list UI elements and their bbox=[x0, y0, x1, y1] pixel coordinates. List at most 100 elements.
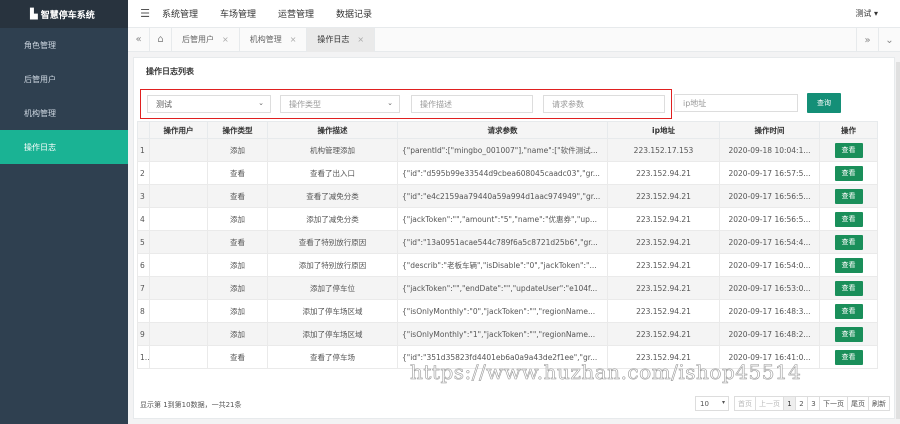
refresh-button[interactable]: 刷新 bbox=[868, 396, 890, 411]
cell-type: 添加 bbox=[207, 322, 268, 346]
nav-parking-management[interactable]: 车场管理 bbox=[220, 7, 256, 20]
page-scrollbar[interactable] bbox=[896, 62, 900, 419]
cell-params: {"id":"e4c2159aa79440a59a994d1aac974949"… bbox=[397, 184, 608, 208]
tab-close-icon[interactable]: × bbox=[222, 35, 229, 44]
view-button[interactable]: 查看 bbox=[834, 234, 863, 250]
col-ip[interactable]: ip地址 bbox=[607, 121, 720, 139]
cell-user bbox=[149, 184, 208, 208]
sidebar-item-label: 后管用户 bbox=[24, 74, 56, 84]
cell-params: {"isOnlyMonthly":"0","jackToken":"","reg… bbox=[397, 299, 608, 323]
chevron-down-icon: ▾ bbox=[721, 399, 725, 406]
app-brand: ▙ 智慧停车系统 bbox=[0, 0, 128, 28]
sidebar-item-operation-log[interactable]: 操作日志 bbox=[0, 130, 128, 164]
user-menu[interactable]: 测试 ▾ bbox=[855, 8, 878, 19]
view-button[interactable]: 查看 bbox=[834, 280, 863, 296]
cell-user bbox=[149, 138, 208, 162]
col-user[interactable]: 操作用户 bbox=[149, 121, 208, 139]
row-index: 3 bbox=[137, 184, 150, 208]
last-page-button[interactable]: 尾页 bbox=[847, 396, 869, 411]
ip-address-input[interactable]: ip地址 bbox=[674, 94, 798, 112]
ip-address-placeholder: ip地址 bbox=[683, 98, 707, 108]
cell-time: 2020-09-17 16:53:0... bbox=[719, 276, 820, 300]
cell-time: 2020-09-17 16:41:0... bbox=[719, 345, 820, 369]
view-button[interactable]: 查看 bbox=[834, 349, 863, 365]
cell-desc: 查看了减免分类 bbox=[267, 184, 398, 208]
cell-action: 查看 bbox=[819, 138, 878, 162]
tab-label: 机构管理 bbox=[249, 35, 282, 44]
col-time[interactable]: 操作时间 bbox=[719, 121, 820, 139]
cell-ip: 223.152.94.21 bbox=[607, 230, 720, 254]
user-select-value: 测试 bbox=[156, 99, 172, 109]
tabs-scroll-left-icon[interactable]: « bbox=[128, 27, 150, 52]
prev-page-button[interactable]: 上一页 bbox=[755, 396, 784, 411]
cell-type: 添加 bbox=[207, 276, 268, 300]
request-params-input[interactable]: 请求参数 bbox=[543, 95, 665, 113]
cell-action: 查看 bbox=[819, 184, 878, 208]
tab-close-icon[interactable]: × bbox=[290, 35, 297, 44]
tab-admin-users[interactable]: 后管用户 × bbox=[172, 27, 240, 52]
sidebar-item-roles[interactable]: 角色管理 bbox=[0, 28, 128, 62]
home-tab-icon[interactable]: ⌂ bbox=[150, 27, 172, 52]
view-button[interactable]: 查看 bbox=[834, 211, 863, 227]
cell-action: 查看 bbox=[819, 299, 878, 323]
nav-system-management[interactable]: 系统管理 bbox=[162, 7, 198, 20]
view-button[interactable]: 查看 bbox=[834, 257, 863, 273]
operation-type-select[interactable]: 操作类型 ⌄ bbox=[280, 95, 400, 113]
page-size-value: 10 bbox=[700, 399, 709, 408]
view-button[interactable]: 查看 bbox=[834, 303, 863, 319]
operation-desc-input[interactable]: 操作描述 bbox=[411, 95, 533, 113]
cell-params: {"describ":"老板车辆","isDisable":"0","jackT… bbox=[397, 253, 608, 277]
tab-organizations[interactable]: 机构管理 × bbox=[240, 27, 308, 52]
sidebar-item-organizations[interactable]: 机构管理 bbox=[0, 96, 128, 130]
table-body: 1 添加 机构管理添加 {"parentId":["mingbo_001007"],"… bbox=[137, 138, 878, 369]
cell-params: {"jackToken":"","amount":"5","name":"优惠券… bbox=[397, 207, 608, 231]
col-type[interactable]: 操作类型 bbox=[207, 121, 268, 139]
cell-ip: 223.152.94.21 bbox=[607, 207, 720, 231]
nav-data-records[interactable]: 数据记录 bbox=[336, 7, 372, 20]
tabs-scroll-right-icon[interactable]: » bbox=[856, 28, 878, 52]
col-params[interactable]: 请求参数 bbox=[397, 121, 608, 139]
cell-ip: 223.152.94.21 bbox=[607, 276, 720, 300]
table-row: 6 添加 添加了特别放行原因 {"describ":"老板车辆","isDisable… bbox=[137, 253, 878, 277]
next-page-button[interactable]: 下一页 bbox=[819, 396, 848, 411]
cell-type: 查看 bbox=[207, 184, 268, 208]
menu-toggle-icon[interactable]: ☰ bbox=[128, 7, 162, 20]
query-button[interactable]: 查询 bbox=[807, 93, 841, 113]
table-row: 10 查看 查看了停车场 {"id":"351d35823fd4401eb6a0a9a… bbox=[137, 345, 878, 369]
cell-desc: 查看了特别放行原因 bbox=[267, 230, 398, 254]
cell-desc: 添加了减免分类 bbox=[267, 207, 398, 231]
tab-operation-log[interactable]: 操作日志 × bbox=[307, 27, 376, 52]
row-index: 7 bbox=[137, 276, 150, 300]
first-page-button[interactable]: 首页 bbox=[734, 396, 756, 411]
chevron-down-icon: ⌄ bbox=[258, 99, 264, 107]
tabs-dropdown-icon[interactable]: ⌄ bbox=[878, 28, 900, 52]
view-button[interactable]: 查看 bbox=[834, 165, 863, 181]
app-title: 智慧停车系统 bbox=[40, 10, 95, 21]
page-size-select[interactable]: 10 ▾ bbox=[695, 396, 729, 411]
view-button[interactable]: 查看 bbox=[834, 326, 863, 342]
view-button[interactable]: 查看 bbox=[834, 188, 863, 204]
top-nav: ☰ 系统管理 车场管理 运营管理 数据记录 测试 ▾ bbox=[128, 0, 900, 28]
cell-ip: 223.152.94.21 bbox=[607, 253, 720, 277]
row-index: 8 bbox=[137, 299, 150, 323]
cell-action: 查看 bbox=[819, 276, 878, 300]
sidebar-item-label: 机构管理 bbox=[24, 108, 56, 118]
operation-log-panel: 操作日志列表 测试 ⌄ 操作类型 ⌄ 操作描述 请求参数 ip地址 查询 操作用… bbox=[133, 57, 895, 419]
view-button[interactable]: 查看 bbox=[834, 142, 863, 158]
row-index: 1 bbox=[137, 138, 150, 162]
cell-action: 查看 bbox=[819, 161, 878, 185]
cell-desc: 机构管理添加 bbox=[267, 138, 398, 162]
cell-desc: 查看了出入口 bbox=[267, 161, 398, 185]
sidebar-item-label: 操作日志 bbox=[24, 142, 56, 152]
cell-ip: 223.152.94.21 bbox=[607, 161, 720, 185]
cell-user bbox=[149, 230, 208, 254]
row-index: 9 bbox=[137, 322, 150, 346]
user-select[interactable]: 测试 ⌄ bbox=[147, 95, 271, 113]
cell-ip: 223.152.94.21 bbox=[607, 322, 720, 346]
nav-operations-management[interactable]: 运营管理 bbox=[278, 7, 314, 20]
col-desc[interactable]: 操作描述 bbox=[267, 121, 398, 139]
cell-user bbox=[149, 345, 208, 369]
sidebar-item-admin-users[interactable]: 后管用户 bbox=[0, 62, 128, 96]
cell-action: 查看 bbox=[819, 230, 878, 254]
tab-close-icon[interactable]: × bbox=[357, 35, 364, 44]
